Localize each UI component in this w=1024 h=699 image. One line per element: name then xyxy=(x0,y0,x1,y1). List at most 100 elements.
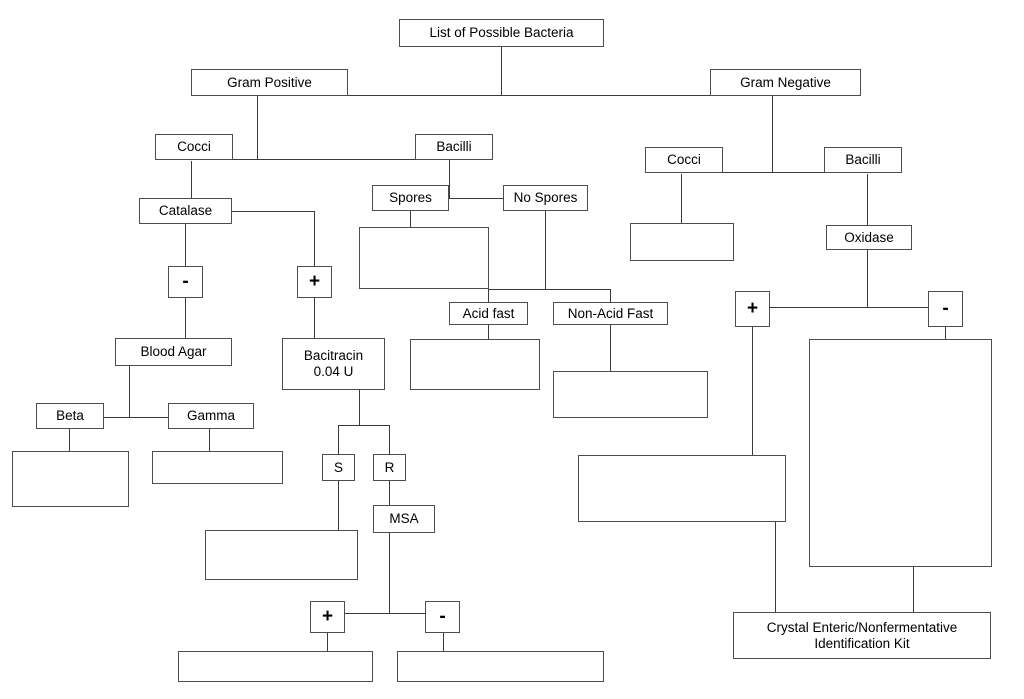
edge-root-down xyxy=(501,47,503,96)
node-blank-oxidase-positive-result[interactable] xyxy=(578,455,786,522)
edge-pos-bacitracin xyxy=(314,297,316,338)
node-bacitracin[interactable]: Bacitracin 0.04 U xyxy=(282,338,385,390)
node-gram-positive[interactable]: Gram Positive xyxy=(191,69,348,96)
node-gp-bacilli[interactable]: Bacilli xyxy=(415,134,493,160)
node-non-acid-fast-label: Non-Acid Fast xyxy=(567,305,654,321)
edge-gncocci-blank xyxy=(681,174,683,223)
node-blank-spores-result[interactable] xyxy=(359,227,489,289)
node-blank-bacitracin-s-result[interactable] xyxy=(205,530,358,580)
edge-s-down xyxy=(338,425,340,454)
node-gn-bacilli-label: Bacilli xyxy=(845,152,881,168)
node-no-spores[interactable]: No Spores xyxy=(503,185,588,211)
edge-acidfast-up xyxy=(488,289,490,302)
edge-spores-blank xyxy=(410,211,412,227)
node-blank-non-acid-fast-result[interactable] xyxy=(553,371,708,418)
node-blank-msa-negative-result[interactable] xyxy=(397,651,604,682)
node-beta[interactable]: Beta xyxy=(36,403,104,429)
edge-msaneg-blank xyxy=(443,633,445,651)
node-catalase-label: Catalase xyxy=(158,203,213,219)
edge-nonacidfast-blank xyxy=(610,324,612,371)
node-msa-positive-label: + xyxy=(321,605,334,627)
edge-gram-bus xyxy=(347,95,711,97)
node-oxidase[interactable]: Oxidase xyxy=(826,225,912,250)
node-gp-cocci[interactable]: Cocci xyxy=(155,134,233,160)
edge-neg-bloodagar xyxy=(185,297,187,338)
edge-r-down xyxy=(389,425,391,454)
node-bacitracin-s-label: S xyxy=(333,459,343,475)
node-msa-negative-label: - xyxy=(439,605,446,627)
node-spores-label: Spores xyxy=(389,190,432,206)
node-gram-positive-label: Gram Positive xyxy=(227,74,312,90)
node-gamma-label: Gamma xyxy=(186,408,235,424)
edge-bacitracin-down xyxy=(359,390,361,426)
edge-nonacidfast-up xyxy=(610,289,612,302)
node-msa-negative[interactable]: - xyxy=(425,601,460,633)
node-blank-gamma-result[interactable] xyxy=(152,451,283,484)
node-non-acid-fast[interactable]: Non-Acid Fast xyxy=(553,302,668,325)
node-crystal-kit[interactable]: Crystal Enteric/Nonfermentative Identifi… xyxy=(733,612,991,659)
node-root[interactable]: List of Possible Bacteria xyxy=(399,19,604,47)
node-catalase-positive-label: + xyxy=(308,270,321,292)
edge-msapos-blank xyxy=(327,633,329,651)
node-catalase[interactable]: Catalase xyxy=(139,198,232,224)
node-beta-label: Beta xyxy=(56,408,84,424)
node-msa-label: MSA xyxy=(389,511,419,527)
edge-bloodagar-down xyxy=(129,366,131,418)
edge-catalase-pos-down xyxy=(314,211,316,266)
node-acid-fast[interactable]: Acid fast xyxy=(449,302,528,325)
node-gram-negative-label: Gram Negative xyxy=(740,74,831,90)
edge-oxidasepos-down xyxy=(752,327,754,455)
node-catalase-positive[interactable]: + xyxy=(297,266,332,298)
node-blood-agar[interactable]: Blood Agar xyxy=(115,338,232,366)
edge-gp-down xyxy=(257,96,259,160)
edge-gnbacilli-oxidase xyxy=(867,174,869,225)
node-blank-beta-result[interactable] xyxy=(12,451,129,507)
node-root-label: List of Possible Bacteria xyxy=(429,25,574,41)
node-bacitracin-r-label: R xyxy=(384,459,395,475)
node-spores[interactable]: Spores xyxy=(372,185,449,211)
node-blank-acid-fast-result[interactable] xyxy=(410,339,540,390)
edge-gn-children-bus xyxy=(722,172,825,174)
node-gn-cocci[interactable]: Cocci xyxy=(645,147,723,173)
edge-acidfast-bus xyxy=(488,289,611,291)
node-gn-cocci-label: Cocci xyxy=(667,152,701,168)
node-gp-cocci-label: Cocci xyxy=(177,139,211,155)
node-bacitracin-s[interactable]: S xyxy=(322,454,355,481)
edge-oxidase-down xyxy=(867,250,869,308)
edge-r-msa xyxy=(389,481,391,505)
node-bacitracin-r[interactable]: R xyxy=(373,454,406,481)
edge-wideblank-crystal xyxy=(775,522,777,612)
edge-gpbacilli-down xyxy=(449,160,451,198)
node-oxidase-label: Oxidase xyxy=(844,229,894,245)
node-bacitracin-label: Bacitracin 0.04 U xyxy=(303,348,364,379)
flowchart-canvas: List of Possible Bacteria Gram Positive … xyxy=(0,0,1024,699)
edge-catalase-neg-down xyxy=(185,224,187,266)
node-oxidase-negative-label: - xyxy=(942,297,949,319)
node-gp-bacilli-label: Bacilli xyxy=(436,139,472,155)
node-msa-positive[interactable]: + xyxy=(310,601,345,633)
edge-nospores-down xyxy=(545,211,547,290)
node-oxidase-positive[interactable]: + xyxy=(735,291,770,327)
edge-sr-bus xyxy=(338,425,390,427)
node-blank-msa-positive-result[interactable] xyxy=(178,651,373,682)
node-msa[interactable]: MSA xyxy=(373,505,435,533)
node-crystal-kit-label: Crystal Enteric/Nonfermentative Identifi… xyxy=(766,619,958,651)
node-catalase-negative[interactable]: - xyxy=(168,266,203,298)
node-blood-agar-label: Blood Agar xyxy=(140,344,207,360)
edge-spores-bus xyxy=(448,198,504,200)
node-oxidase-positive-label: + xyxy=(746,297,759,319)
edge-oxidase-sign-bus xyxy=(752,307,946,309)
edge-beta-gamma-bus xyxy=(103,417,169,419)
edge-gn-down xyxy=(772,96,774,173)
node-catalase-negative-label: - xyxy=(182,270,189,292)
node-no-spores-label: No Spores xyxy=(513,190,578,206)
edge-gp-children-bus xyxy=(232,159,417,161)
node-oxidase-negative[interactable]: - xyxy=(928,291,963,327)
edge-cocci-catalase xyxy=(191,161,193,199)
node-gn-bacilli[interactable]: Bacilli xyxy=(824,147,902,173)
node-gamma[interactable]: Gamma xyxy=(168,403,254,429)
edge-acidfast-blank xyxy=(488,324,490,339)
node-blank-oxidase-negative-result[interactable] xyxy=(809,339,992,567)
node-gram-negative[interactable]: Gram Negative xyxy=(710,69,861,96)
node-blank-gn-cocci-result[interactable] xyxy=(630,223,734,261)
